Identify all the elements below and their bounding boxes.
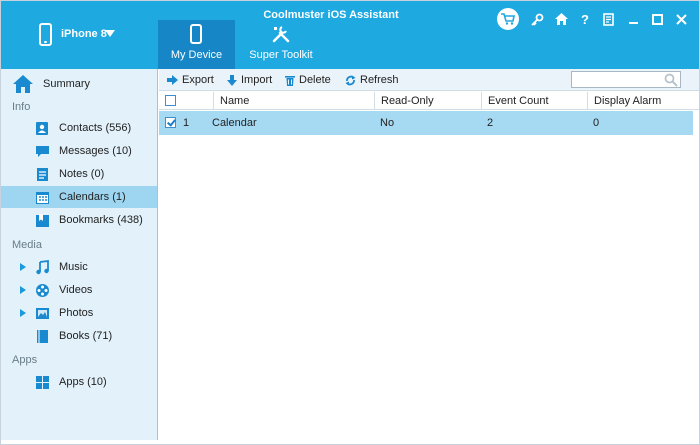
cell-read-only: No [380,117,395,129]
sidebar-item-label: Videos [59,284,93,296]
export-icon [167,75,178,85]
music-icon [36,260,49,275]
expand-arrow-icon[interactable] [20,286,26,294]
key-button[interactable] [525,8,549,30]
select-all-cell [159,92,213,110]
column-header-event-count[interactable]: Event Count [481,92,587,110]
sidebar: Summary Info Contacts (556) Messages (10… [1,69,158,440]
import-label: Import [241,74,273,86]
select-all-checkbox[interactable] [165,95,176,106]
home-button[interactable] [549,8,573,30]
caret-down-icon [105,30,115,37]
sidebar-item-contacts[interactable]: Contacts (556) [1,117,157,139]
device-selector[interactable]: iPhone 8 [1,1,158,69]
home-icon [554,13,568,25]
expand-arrow-icon[interactable] [20,263,26,271]
sidebar-item-notes[interactable]: Notes (0) [1,163,157,185]
sidebar-item-label: Photos [59,307,94,319]
column-header-name[interactable]: Name [213,92,374,110]
sidebar-item-label: Books (71) [59,330,113,342]
sidebar-item-label: Notes (0) [59,168,105,180]
refresh-label: Refresh [360,74,399,86]
cell-display-alarm: 0 [593,117,600,129]
trash-icon [285,75,295,86]
sidebar-item-messages[interactable]: Messages (10) [1,140,157,162]
tab-super-toolkit[interactable]: Super Toolkit [241,20,321,69]
refresh-button[interactable]: Refresh [345,69,399,91]
section-info-label: Info [12,101,31,113]
sidebar-item-summary[interactable]: Summary [1,71,157,93]
sidebar-item-books[interactable]: Books (71) [1,325,157,347]
section-media-label: Media [12,239,42,251]
column-header-read-only[interactable]: Read-Only [374,92,481,110]
import-button[interactable]: Import [227,69,272,91]
maximize-icon [651,13,663,25]
help-button[interactable]: ? [573,8,597,30]
table-row[interactable]: 1 Calendar No 2 0 [159,111,693,135]
tab-super-toolkit-label: Super Toolkit [249,49,313,61]
table-header: Name Read-Only Event Count Display Alarm [159,92,699,110]
sidebar-item-label: Music [59,261,88,273]
cell-event-count: 2 [487,117,494,129]
sidebar-item-label: Contacts (556) [59,122,132,134]
phone-icon [39,23,52,46]
column-header-display-alarm[interactable]: Display Alarm [587,92,693,110]
sidebar-item-label: Messages (10) [59,145,132,157]
refresh-icon [345,75,356,85]
main-content: Export Import Delete Refresh Name Read-O… [159,69,699,440]
section-apps-label: Apps [12,354,38,366]
row-index: 1 [183,117,190,129]
minimize-icon [628,21,638,24]
export-button[interactable]: Export [167,69,214,91]
photos-icon [36,308,49,319]
title-bar: iPhone 8 Coolmuster iOS Assistant My Dev… [1,1,699,69]
messages-icon [36,146,49,157]
search-icon[interactable] [664,73,678,87]
key-icon [530,13,543,26]
bookmarks-icon [36,214,49,227]
sidebar-item-photos[interactable]: Photos [1,302,157,324]
sidebar-item-label: Apps (10) [59,376,107,388]
row-checkbox[interactable] [165,117,176,128]
delete-label: Delete [299,74,331,86]
app-window: iPhone 8 Coolmuster iOS Assistant My Dev… [0,0,700,445]
feedback-icon [603,12,614,26]
my-device-icon [190,24,202,44]
feedback-button[interactable] [597,8,621,30]
summary-home-icon [13,75,33,93]
close-icon [675,13,687,25]
maximize-button[interactable] [645,8,669,30]
cell-name: Calendar [212,117,257,129]
videos-icon [36,284,49,297]
sidebar-item-videos[interactable]: Videos [1,279,157,301]
window-controls: ? [497,8,693,30]
cart-button[interactable] [497,8,519,30]
calendar-icon [36,192,49,204]
sidebar-item-apps[interactable]: Apps (10) [1,371,157,393]
tab-my-device[interactable]: My Device [158,20,235,69]
help-icon: ? [581,11,589,27]
sidebar-item-music[interactable]: Music [1,256,157,278]
sidebar-item-bookmarks[interactable]: Bookmarks (438) [1,209,157,231]
expand-arrow-icon[interactable] [20,309,26,317]
sidebar-item-summary-label: Summary [43,78,91,90]
close-button[interactable] [669,8,693,30]
export-label: Export [182,74,214,86]
cart-icon [501,13,515,25]
notes-icon [37,168,48,181]
sidebar-item-label: Bookmarks (438) [59,214,143,226]
tools-icon [272,26,290,43]
sidebar-item-calendars[interactable]: Calendars (1) [1,186,157,208]
contacts-icon [36,122,48,135]
books-icon [37,330,48,343]
sidebar-item-label: Calendars (1) [59,191,126,203]
minimize-button[interactable] [621,8,645,30]
apps-icon [36,376,49,389]
toolbar: Export Import Delete Refresh [159,69,699,91]
device-name: iPhone 8 [61,28,107,40]
tab-my-device-label: My Device [170,49,223,61]
delete-button[interactable]: Delete [285,69,331,91]
import-icon [227,74,237,86]
